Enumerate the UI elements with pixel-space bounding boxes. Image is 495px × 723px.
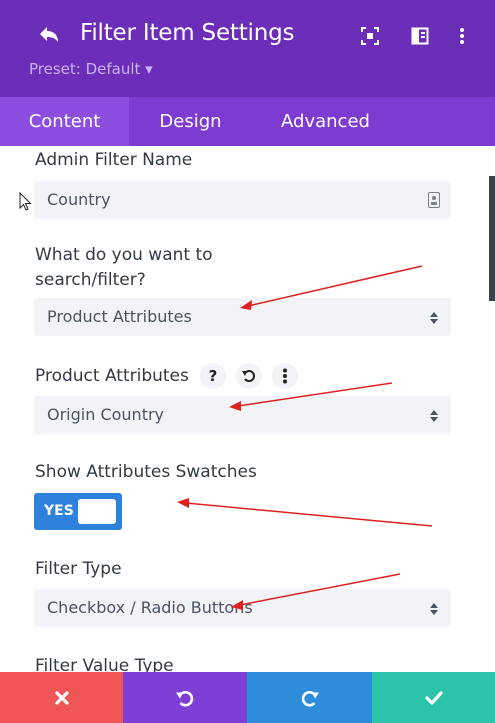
product-attributes-label: Product Attributes [35, 366, 189, 386]
toggle-state-label: YES [44, 503, 74, 519]
sidebar-layout-icon[interactable] [410, 26, 430, 46]
tab-design[interactable]: Design [129, 97, 252, 146]
help-button[interactable]: ? [200, 363, 226, 389]
reset-button[interactable] [236, 363, 262, 389]
admin-filter-name-label: Admin Filter Name [35, 150, 193, 170]
admin-filter-name-value: Country [47, 190, 111, 209]
search-filter-select[interactable]: Product Attributes [34, 298, 451, 336]
more-vertical-icon[interactable] [452, 26, 472, 46]
undo-icon [176, 690, 194, 706]
search-filter-value: Product Attributes [47, 307, 192, 326]
mouse-cursor-icon [19, 192, 32, 211]
settings-header: Filter Item Settings Preset: Default ▾ [0, 0, 495, 97]
redo-button[interactable] [247, 672, 372, 723]
settings-content: Admin Filter Name Country What do you wa… [0, 146, 495, 672]
back-icon[interactable] [36, 24, 62, 48]
search-filter-label-line1: What do you want to [35, 245, 213, 265]
show-swatches-toggle[interactable]: YES [34, 493, 122, 530]
toggle-knob [78, 499, 116, 524]
dynamic-content-icon[interactable] [428, 192, 440, 208]
filter-type-select[interactable]: Checkbox / Radio Buttons [34, 589, 451, 627]
action-bar [0, 672, 495, 723]
field-options-button[interactable] [272, 363, 298, 389]
product-attributes-value: Origin Country [47, 405, 165, 424]
cancel-button[interactable] [0, 672, 123, 723]
help-icon: ? [208, 367, 218, 385]
reset-icon [242, 370, 256, 383]
tab-bar: Content Design Advanced [0, 97, 495, 146]
admin-filter-name-input[interactable]: Country [34, 181, 451, 219]
show-swatches-label: Show Attributes Swatches [35, 462, 257, 482]
more-vertical-icon [283, 368, 287, 384]
select-arrows-icon [430, 410, 438, 422]
product-attributes-select[interactable]: Origin Country [34, 396, 451, 434]
focus-icon[interactable] [360, 26, 380, 46]
filter-value-type-label: Filter Value Type [35, 656, 174, 672]
filter-type-label: Filter Type [35, 559, 122, 579]
tab-advanced[interactable]: Advanced [252, 97, 399, 146]
select-arrows-icon [430, 603, 438, 615]
scrollbar[interactable] [489, 176, 495, 301]
preset-dropdown[interactable]: Preset: Default ▾ [29, 60, 153, 78]
close-icon [54, 690, 69, 705]
filter-type-value: Checkbox / Radio Buttons [47, 598, 253, 617]
search-filter-label-line2: search/filter? [35, 270, 146, 290]
save-button[interactable] [372, 672, 495, 723]
redo-icon [301, 690, 319, 706]
check-icon [424, 690, 443, 705]
select-arrows-icon [430, 312, 438, 324]
page-title: Filter Item Settings [80, 20, 295, 46]
tab-content[interactable]: Content [0, 97, 129, 146]
undo-button[interactable] [123, 672, 247, 723]
